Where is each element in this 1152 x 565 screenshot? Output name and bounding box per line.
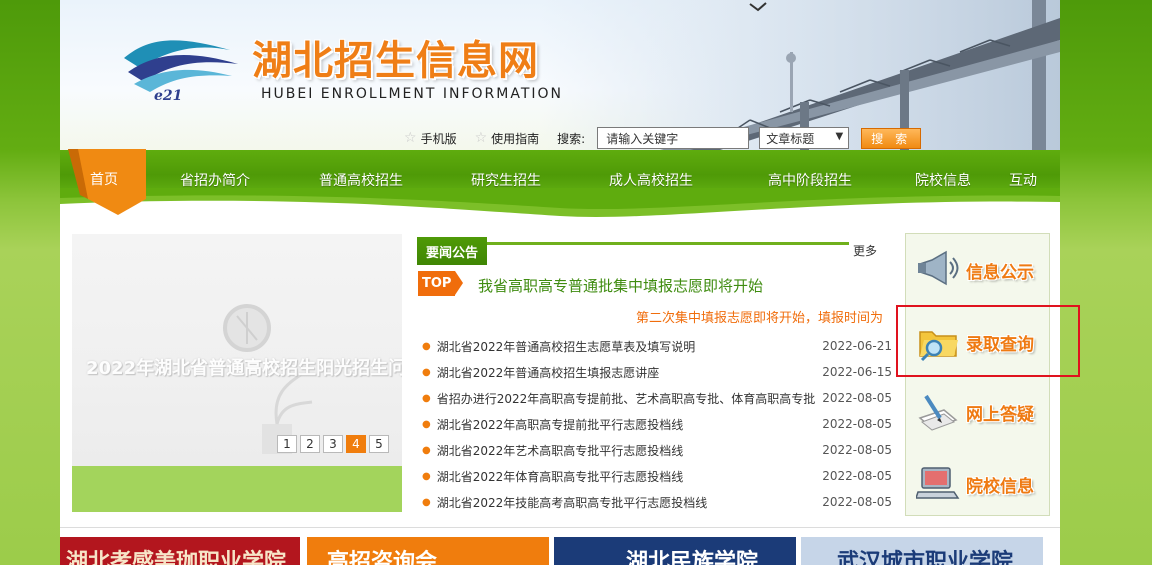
news-list: ● 湖北省2022年普通高校招生志愿草表及填写说明 2022-06-21 ● 湖… [420,333,895,515]
site-subtitle: HUBEI ENROLLMENT INFORMATION [261,86,564,102]
news-item[interactable]: ● 湖北省2022年艺术高职高专批平行志愿投档线 2022-08-05 [420,437,895,463]
search-scope-value: 文章标题 [766,131,815,146]
news-item[interactable]: ● 湖北省2022年普通高校招生填报志愿讲座 2022-06-15 [420,359,895,385]
laptop-icon [916,467,960,499]
slideshow-image[interactable]: 2022年湖北省普通高校招生阳光招生问答 [72,234,402,466]
user-guide-label: 使用指南 [491,131,540,146]
news-divider [487,242,849,245]
slideshow-illustration [223,304,313,454]
banner-text: 湖北民族学院 [626,550,759,565]
quick-link-institution-info[interactable]: 院校信息 [906,452,1051,512]
nav-item-office-intro[interactable]: 省招办简介 [180,170,250,190]
nav-item-adult-admission[interactable]: 成人高校招生 [609,170,693,190]
star-icon: ☆ [404,130,417,146]
pager-button[interactable]: 1 [277,435,297,453]
news-marquee[interactable]: 第二次集中填报志愿即将开始，填报时间为 [430,307,893,327]
page: e21 湖北招生信息网 HUBEI ENROLLMENT INFORMATION… [60,0,1080,565]
bullet-icon: ● [422,418,431,430]
pager-button-active[interactable]: 4 [346,435,366,453]
megaphone-icon [918,250,959,286]
quick-link-label: 网上答疑 [966,405,1034,425]
site-title: 湖北招生信息网 [252,38,539,84]
news-item-title: 湖北省2022年高职高专提前批平行志愿投档线 [436,417,684,432]
slideshow-caption: 2022年湖北省普通高校招生阳光招生问答 [86,358,402,379]
bullet-icon: ● [422,496,431,508]
banner-text: 武汉城市职业学院 [837,550,1014,565]
news-item-date: 2022-06-15 [822,365,892,379]
news-item[interactable]: ● 湖北省2022年高职高专提前批平行志愿投档线 2022-08-05 [420,411,895,437]
nav-item-institution-info[interactable]: 院校信息 [915,170,971,190]
quick-link-info-disclosure[interactable]: 信息公示 [906,238,1051,298]
quick-link-online-qa[interactable]: 网上答疑 [906,380,1051,440]
news-item-date: 2022-08-05 [822,495,892,509]
pager-button[interactable]: 5 [369,435,389,453]
news-item-title: 湖北省2022年技能高考高职高专批平行志愿投档线 [436,495,708,510]
more-link[interactable]: 更多 [853,242,877,259]
nav-item-graduate-admission[interactable]: 研究生招生 [471,170,541,190]
news-item-date: 2022-08-05 [822,391,892,405]
search-scope-select[interactable]: 文章标题 ▼ [759,127,850,149]
news-item[interactable]: ● 湖北省2022年体育高职高专批平行志愿投档线 2022-08-05 [420,463,895,489]
top-badge: TOP [418,271,463,296]
nav-item-high-school-admission[interactable]: 高中阶段招生 [768,170,852,190]
mobile-version-label: 手机版 [420,131,457,146]
pager-button[interactable]: 3 [323,435,343,453]
bullet-icon: ● [422,444,431,456]
banner-text: 高招咨询会 [327,550,438,565]
news-item-title: 湖北省2022年普通高校招生志愿草表及填写说明 [436,339,696,354]
slideshow-pager: 1 2 3 4 5 [277,435,392,453]
star-icon: ☆ [474,130,488,146]
bullet-icon: ● [422,366,431,378]
pen-paper-icon [918,394,958,431]
news-item[interactable]: ● 湖北省2022年技能高考高职高专批平行志愿投档线 2022-08-05 [420,489,895,515]
news-item[interactable]: ● 省招办进行2022年高职高专提前批、艺术高职高专批、体育高职高专批 2022… [420,385,895,411]
news-item-title: 湖北省2022年艺术高职高专批平行志愿投档线 [436,443,684,458]
news-item[interactable]: ● 湖北省2022年普通高校招生志愿草表及填写说明 2022-06-21 [420,333,895,359]
nav-item-college-admission[interactable]: 普通高校招生 [319,170,403,190]
user-guide-link[interactable]: ☆ 使用指南 [475,130,540,147]
banner-ad[interactable]: 湖北孝感美珈职业学院 [60,537,300,565]
news-item-title: 湖北省2022年体育高职高专批平行志愿投档线 [436,469,684,484]
news-item-date: 2022-06-21 [822,339,892,353]
quick-link-label: 院校信息 [966,477,1034,497]
highlight-box [896,305,1080,377]
bullet-icon: ● [422,392,431,404]
news-section-title: 要闻公告 [417,237,487,265]
banner-ad[interactable]: 湖北民族学院 [554,537,796,565]
bullet-icon: ● [422,470,431,482]
nav-item-interaction[interactable]: 互动 [1009,170,1037,190]
chevron-down-icon: ▼ [835,131,844,142]
banner-ad[interactable]: 武汉城市职业学院 [801,537,1043,565]
top-headline[interactable]: 我省高职高专普通批集中填报志愿即将开始 [478,275,763,296]
news-item-date: 2022-08-05 [822,443,892,457]
logo-text: e21 [154,88,182,102]
site-header: e21 湖北招生信息网 HUBEI ENROLLMENT INFORMATION… [60,0,1060,150]
mobile-version-link[interactable]: ☆ 手机版 [404,130,457,147]
content-divider [60,527,1060,528]
news-item-title: 省招办进行2022年高职高专提前批、艺术高职高专批、体育高职高专批 [436,391,816,406]
news-item-title: 湖北省2022年普通高校招生填报志愿讲座 [436,365,660,380]
search-input[interactable] [597,127,750,149]
banner-text: 湖北孝感美珈职业学院 [66,550,287,565]
logo-icon: e21 [124,40,238,102]
pager-button[interactable]: 2 [300,435,320,453]
search-button[interactable]: 搜 索 [861,127,922,149]
nav-item-home[interactable]: 首页 [90,169,118,189]
search-label: 搜索: [557,131,586,146]
news-item-date: 2022-08-05 [822,469,892,483]
quick-link-label: 信息公示 [966,263,1034,283]
header-toolbar: ☆ 手机版 ☆ 使用指南 搜索: 文章标题 ▼ 搜 索 [404,127,922,149]
bullet-icon: ● [422,340,431,352]
slideshow-footer [72,466,402,512]
marquee-text: 第二次集中填报志愿即将开始，填报时间为 [636,311,884,326]
news-item-date: 2022-08-05 [822,417,892,431]
banner-ad[interactable]: 高招咨询会 [307,537,549,565]
nav-wave-decoration [60,188,1060,217]
